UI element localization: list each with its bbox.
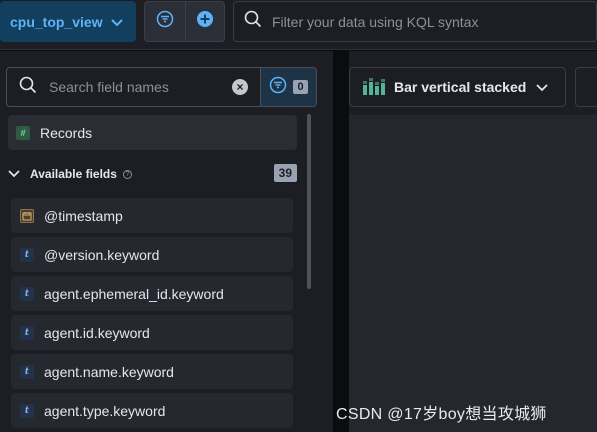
plus-circle-icon bbox=[196, 10, 214, 33]
filter-icon bbox=[269, 76, 287, 99]
chevron-down-icon bbox=[110, 14, 123, 30]
field-item-agent-ephemeral-id[interactable]: t agent.ephemeral_id.keyword bbox=[11, 276, 293, 311]
chevron-down-icon bbox=[8, 165, 20, 183]
kql-query-input[interactable]: Filter your data using KQL syntax bbox=[233, 1, 597, 42]
bar-chart-icon bbox=[362, 77, 386, 98]
chart-type-switcher[interactable]: Bar vertical stacked bbox=[349, 67, 566, 107]
field-name: agent.name.keyword bbox=[44, 363, 174, 380]
field-name: @timestamp bbox=[44, 207, 123, 224]
filter-button-group bbox=[144, 1, 225, 42]
visualization-workspace: Bar vertical stacked bbox=[349, 51, 597, 432]
field-search-input[interactable]: Search field names × 0 bbox=[6, 67, 317, 107]
field-item-agent-id[interactable]: t agent.id.keyword bbox=[11, 315, 293, 350]
number-token-icon: # bbox=[16, 125, 30, 140]
date-token-icon bbox=[20, 208, 34, 223]
field-name: @version.keyword bbox=[44, 246, 160, 263]
available-fields-count: 39 bbox=[273, 164, 297, 182]
layer-settings-button[interactable] bbox=[575, 67, 597, 107]
search-icon bbox=[244, 10, 262, 33]
field-item-version-keyword[interactable]: t @version.keyword bbox=[11, 237, 293, 272]
text-token-icon: t bbox=[20, 403, 34, 418]
field-item-agent-name[interactable]: t agent.name.keyword bbox=[11, 354, 293, 389]
field-item-agent-type[interactable]: t agent.type.keyword bbox=[11, 393, 293, 428]
field-search-placeholder: Search field names bbox=[49, 79, 169, 95]
clear-icon[interactable]: × bbox=[232, 79, 248, 95]
data-view-picker[interactable]: cpu_top_view bbox=[0, 1, 136, 42]
text-token-icon: t bbox=[20, 364, 34, 379]
help-icon[interactable]: ? bbox=[122, 169, 132, 179]
field-filter-button[interactable]: 0 bbox=[260, 68, 316, 106]
sidebar-scrollbar[interactable] bbox=[307, 114, 311, 289]
field-list-sidebar: Search field names × 0 # Records Availab… bbox=[0, 51, 333, 432]
chart-type-label: Bar vertical stacked bbox=[394, 79, 527, 95]
top-query-bar: cpu_top_view Filter your data using KQL … bbox=[0, 0, 597, 50]
saved-query-button[interactable] bbox=[145, 2, 185, 41]
filter-icon bbox=[156, 10, 174, 33]
filter-count-badge: 0 bbox=[293, 80, 308, 94]
field-name: agent.id.keyword bbox=[44, 324, 150, 341]
data-view-label: cpu_top_view bbox=[10, 13, 103, 30]
chart-canvas[interactable] bbox=[349, 115, 597, 432]
records-label: Records bbox=[40, 124, 93, 141]
records-field[interactable]: # Records bbox=[8, 115, 297, 150]
text-token-icon: t bbox=[20, 325, 34, 340]
field-name: agent.type.keyword bbox=[44, 402, 166, 419]
text-token-icon: t bbox=[20, 286, 34, 301]
panel-divider bbox=[333, 51, 349, 432]
add-filter-button[interactable] bbox=[184, 2, 225, 41]
text-token-icon: t bbox=[20, 247, 34, 262]
field-name: agent.ephemeral_id.keyword bbox=[44, 285, 224, 302]
available-fields-header[interactable]: Available fields ? 39 bbox=[8, 163, 298, 185]
search-icon bbox=[19, 76, 37, 99]
available-fields-label: Available fields bbox=[30, 167, 117, 181]
chevron-down-icon bbox=[536, 79, 548, 95]
watermark-text: CSDN @17岁boy想当攻城狮 bbox=[336, 406, 547, 423]
field-item-timestamp[interactable]: @timestamp bbox=[11, 198, 293, 233]
kql-query-placeholder: Filter your data using KQL syntax bbox=[272, 13, 479, 30]
